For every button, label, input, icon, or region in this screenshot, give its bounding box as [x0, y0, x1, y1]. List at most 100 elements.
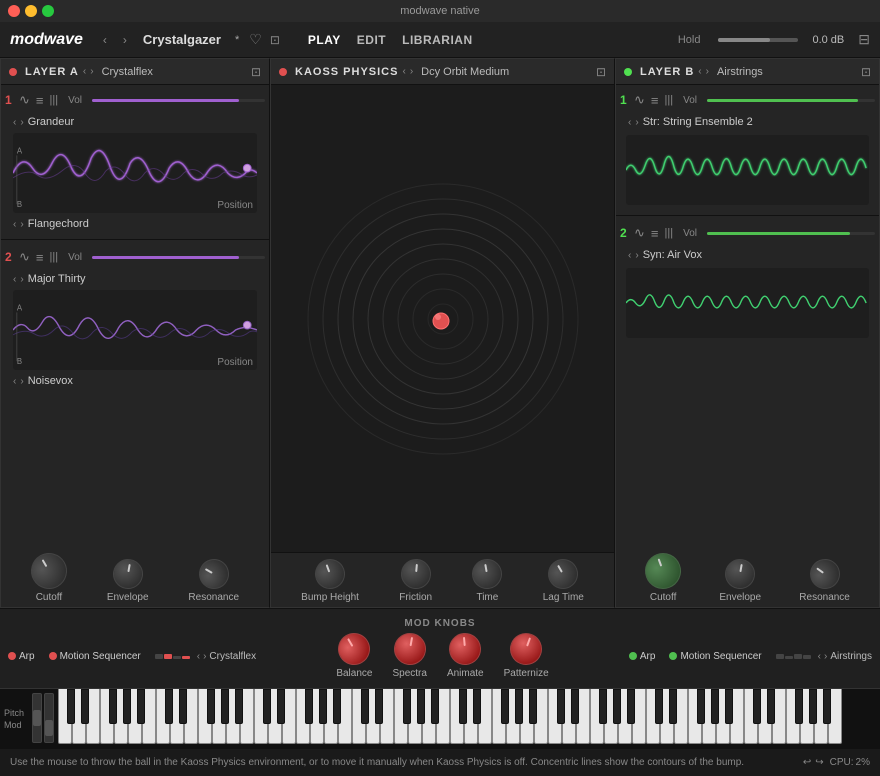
layer-b-slot1-vol-bar[interactable]: [707, 99, 875, 102]
slot1-sub-arrow-left[interactable]: ‹: [13, 117, 16, 128]
preset-forward-button[interactable]: ›: [119, 31, 131, 49]
black-key[interactable]: [459, 689, 467, 724]
arp-b-power[interactable]: [629, 652, 637, 660]
black-key[interactable]: [165, 689, 173, 724]
black-key[interactable]: [403, 689, 411, 724]
settings-button[interactable]: ⊟: [858, 31, 870, 48]
resonance-a-knob[interactable]: [193, 554, 234, 595]
patternize-knob[interactable]: [506, 628, 547, 669]
black-key[interactable]: [417, 689, 425, 724]
layer-b-slot1-sub-arrow-left[interactable]: ‹: [628, 117, 631, 128]
piano-keys[interactable]: [58, 689, 880, 748]
black-key[interactable]: [753, 689, 761, 724]
layer-a-save[interactable]: ⊡: [251, 65, 261, 79]
black-key[interactable]: [823, 689, 831, 724]
black-key[interactable]: [697, 689, 705, 724]
black-key[interactable]: [361, 689, 369, 724]
pitch-strip[interactable]: [32, 693, 42, 743]
black-key[interactable]: [515, 689, 523, 724]
black-key[interactable]: [473, 689, 481, 724]
black-key[interactable]: [767, 689, 775, 724]
layer-b-slot1-sub-arrow-right[interactable]: ›: [635, 117, 638, 128]
black-key[interactable]: [669, 689, 677, 724]
cutoff-b-knob[interactable]: [640, 548, 686, 594]
envelope-b-knob[interactable]: [723, 557, 758, 592]
nav-play-button[interactable]: PLAY: [308, 33, 341, 47]
layer-b-power[interactable]: [624, 68, 632, 76]
resonance-b-knob[interactable]: [804, 553, 846, 595]
mod-right-arrow-left[interactable]: ‹: [818, 651, 821, 662]
black-key[interactable]: [809, 689, 817, 724]
layer-b-slot2-vol-bar[interactable]: [707, 232, 875, 235]
slot2-bottom-arrow-right[interactable]: ›: [20, 376, 23, 387]
save-preset-button[interactable]: ⊡: [270, 33, 280, 47]
spectra-knob[interactable]: [391, 630, 428, 667]
lag-time-knob[interactable]: [543, 554, 584, 595]
black-key[interactable]: [235, 689, 243, 724]
layer-b-slot2-sub-arrow-right[interactable]: ›: [635, 250, 638, 261]
close-button[interactable]: [8, 5, 20, 17]
black-key[interactable]: [305, 689, 313, 724]
kaoss-pad[interactable]: [271, 85, 614, 552]
undo-button[interactable]: ↩: [803, 757, 811, 768]
slot2-bottom-arrow-left[interactable]: ‹: [13, 376, 16, 387]
layer-b-fwd[interactable]: ›: [706, 66, 709, 77]
black-key[interactable]: [207, 689, 215, 724]
black-key[interactable]: [627, 689, 635, 724]
slot2-sub-arrow-left[interactable]: ‹: [13, 274, 16, 285]
black-key[interactable]: [431, 689, 439, 724]
black-key[interactable]: [375, 689, 383, 724]
layer-a-power[interactable]: [9, 68, 17, 76]
black-key[interactable]: [123, 689, 131, 724]
slot1-sub-arrow-right[interactable]: ›: [20, 117, 23, 128]
minimize-button[interactable]: [25, 5, 37, 17]
mod-right-arrow-right[interactable]: ›: [824, 651, 827, 662]
slot1-bottom-arrow-left[interactable]: ‹: [13, 219, 16, 230]
layer-b-save[interactable]: ⊡: [861, 65, 871, 79]
layer-b-slot2-sub-arrow-left[interactable]: ‹: [628, 250, 631, 261]
mod-strip[interactable]: [44, 693, 54, 743]
black-key[interactable]: [725, 689, 733, 724]
slot1-vol-bar[interactable]: [92, 99, 265, 102]
layer-b-back[interactable]: ‹: [698, 66, 701, 77]
black-key[interactable]: [655, 689, 663, 724]
kaoss-back[interactable]: ‹: [402, 66, 405, 77]
redo-button[interactable]: ↪: [815, 757, 823, 768]
favorite-button[interactable]: ♡: [249, 31, 262, 48]
friction-knob[interactable]: [399, 558, 432, 591]
black-key[interactable]: [571, 689, 579, 724]
arp-a-power[interactable]: [8, 652, 16, 660]
mod-left-arrow-right[interactable]: ›: [203, 651, 206, 662]
black-key[interactable]: [137, 689, 145, 724]
black-key[interactable]: [277, 689, 285, 724]
preset-back-button[interactable]: ‹: [99, 31, 111, 49]
time-knob[interactable]: [470, 557, 505, 592]
slot2-vol-bar[interactable]: [92, 256, 265, 259]
black-key[interactable]: [179, 689, 187, 724]
kaoss-save[interactable]: ⊡: [596, 65, 606, 79]
layer-a-fwd[interactable]: ›: [90, 66, 93, 77]
volume-slider[interactable]: [718, 38, 798, 42]
black-key[interactable]: [529, 689, 537, 724]
black-key[interactable]: [333, 689, 341, 724]
black-key[interactable]: [319, 689, 327, 724]
black-key[interactable]: [501, 689, 509, 724]
bump-height-knob[interactable]: [311, 555, 349, 593]
mod-left-arrow-left[interactable]: ‹: [197, 651, 200, 662]
kaoss-power[interactable]: [279, 68, 287, 76]
layer-a-back[interactable]: ‹: [83, 66, 86, 77]
motion-a-power[interactable]: [49, 652, 57, 660]
black-key[interactable]: [711, 689, 719, 724]
nav-edit-button[interactable]: EDIT: [357, 33, 386, 47]
motion-b-power[interactable]: [669, 652, 677, 660]
black-key[interactable]: [109, 689, 117, 724]
envelope-a-knob[interactable]: [110, 557, 145, 592]
balance-knob[interactable]: [333, 627, 377, 671]
animate-knob[interactable]: [448, 632, 483, 667]
slot2-sub-arrow-right[interactable]: ›: [20, 274, 23, 285]
black-key[interactable]: [67, 689, 75, 724]
black-key[interactable]: [613, 689, 621, 724]
cutoff-a-knob[interactable]: [24, 546, 73, 595]
slot1-bottom-arrow-right[interactable]: ›: [20, 219, 23, 230]
black-key[interactable]: [599, 689, 607, 724]
